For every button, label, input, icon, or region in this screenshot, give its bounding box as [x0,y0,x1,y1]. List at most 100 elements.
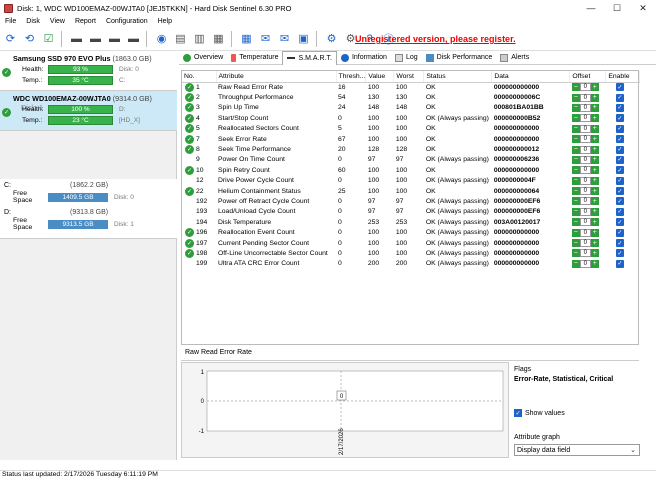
tab-log[interactable]: Log [391,51,422,65]
enable-checkbox[interactable]: ✓ [615,249,624,258]
offset-decrease-button[interactable]: − [571,145,580,154]
offset-value[interactable]: 0 [579,187,591,196]
calendar-icon[interactable]: ▦ [238,30,255,47]
tab-information[interactable]: Information [337,51,391,65]
offset-increase-button[interactable]: + [590,93,599,102]
enable-checkbox[interactable]: ✓ [615,187,624,196]
enable-checkbox[interactable]: ✓ [615,207,624,216]
enable-checkbox[interactable]: ✓ [615,155,624,164]
offset-increase-button[interactable]: + [590,166,599,175]
show-values-checkbox[interactable]: ✓ Show values [514,409,565,417]
col-status[interactable]: Status [423,71,493,83]
offset-increase-button[interactable]: + [590,176,599,185]
enable-checkbox[interactable]: ✓ [615,83,624,92]
col-no[interactable]: No. [182,71,217,83]
table-row[interactable]: ✓ 196 Reallocation Event Count 0 100 100 OK (A… [182,227,640,238]
offset-value[interactable]: 0 [579,145,591,154]
offset-value[interactable]: 0 [579,83,591,92]
table-row[interactable]: ✓ 5 Reallocated Sectors Count 5 100 100 OK 0000… [182,124,640,134]
tab-alerts[interactable]: Alerts [496,51,533,65]
print-icon[interactable]: ▤ [172,30,189,47]
offset-increase-button[interactable]: + [590,207,599,216]
table-row[interactable]: ✓ 10 Spin Retry Count 60 100 100 OK 00000000000… [182,165,640,175]
unregistered-link[interactable]: Unregistered version, please register. [355,34,516,44]
send-icon[interactable]: ▦ [210,30,227,47]
disk-item-1[interactable]: WDC WD100EMAZ-00WJTA0 (9314.0 GB) Disk: … [0,91,177,131]
close-button[interactable]: ✕ [630,0,656,16]
offset-increase-button[interactable]: + [590,114,599,123]
offset-increase-button[interactable]: + [590,239,599,248]
offset-increase-button[interactable]: + [590,249,599,258]
offset-decrease-button[interactable]: − [571,187,580,196]
col-offset[interactable]: Offset [569,71,607,83]
enable-checkbox[interactable]: ✓ [615,93,624,102]
offset-decrease-button[interactable]: − [571,103,580,112]
offset-increase-button[interactable]: + [590,218,599,227]
table-row[interactable]: ✓ 7 Seek Error Rate 67 100 100 OK 000000000000−… [182,134,640,144]
enable-checkbox[interactable]: ✓ [615,218,624,227]
table-row[interactable]: ✓ 198 Off-Line Uncorrectable Sector Count 0… [182,248,640,258]
offset-decrease-button[interactable]: − [571,259,580,268]
refresh-icon[interactable]: ⟳ [2,30,19,47]
table-row[interactable]: ✓ 4 Start/Stop Count 0 100 100 OK (Always pass… [182,113,640,123]
enable-checkbox[interactable]: ✓ [615,145,624,154]
offset-decrease-button[interactable]: − [571,124,580,133]
offset-increase-button[interactable]: + [590,135,599,144]
offset-increase-button[interactable]: + [590,83,599,92]
offset-decrease-button[interactable]: − [571,166,580,175]
save-icon[interactable]: ▥ [191,30,208,47]
mail-send-icon[interactable]: ✉ [276,30,293,47]
col-threshold[interactable]: Thresh... [336,71,367,83]
tab-smart[interactable]: S.M.A.R.T. [282,50,337,65]
col-attribute[interactable]: Attribute [216,71,337,83]
offset-decrease-button[interactable]: − [571,249,580,258]
disk-test-icon[interactable]: ▬ [68,30,85,47]
folder-icon[interactable]: ▣ [295,30,312,47]
enable-checkbox[interactable]: ✓ [615,228,624,237]
table-row[interactable]: ✓ 22 Helium Containment Status 25 100 100 OK 00… [182,186,640,196]
disk-item-0[interactable]: Samsung SSD 970 EVO Plus (1863.0 GB) ✓ H… [0,51,177,91]
refresh-all-icon[interactable]: ⟲ [21,30,38,47]
col-data[interactable]: Data [491,71,571,83]
offset-value[interactable]: 0 [579,114,591,123]
menu-disk[interactable]: Disk [21,18,45,25]
offset-value[interactable]: 0 [579,135,591,144]
offset-decrease-button[interactable]: − [571,83,580,92]
enable-checkbox[interactable]: ✓ [615,239,624,248]
offset-decrease-button[interactable]: − [571,114,580,123]
menu-help[interactable]: Help [153,18,177,25]
offset-decrease-button[interactable]: − [571,155,580,164]
offset-value[interactable]: 0 [579,259,591,268]
tab-temperature[interactable]: Temperature [227,51,282,65]
minimize-button[interactable]: — [578,0,604,16]
offset-value[interactable]: 0 [579,166,591,175]
offset-value[interactable]: 0 [579,155,591,164]
offset-increase-button[interactable]: + [590,145,599,154]
table-row[interactable]: 9 Power On Time Count 0 97 97 OK (Always pass… [182,155,640,165]
col-value[interactable]: Value [365,71,395,83]
table-row[interactable]: ✓ 2 Throughput Performance 54 130 130 OK 000000… [182,92,640,103]
offset-value[interactable]: 0 [579,239,591,248]
offset-value[interactable]: 0 [579,103,591,112]
enable-checkbox[interactable]: ✓ [615,197,624,206]
enable-checkbox[interactable]: ✓ [615,135,624,144]
mail-icon[interactable]: ✉ [257,30,274,47]
table-row[interactable]: 199 Ultra ATA CRC Error Count 0 200 200 OK (A… [182,259,640,269]
offset-value[interactable]: 0 [579,218,591,227]
offset-value[interactable]: 0 [579,228,591,237]
offset-increase-button[interactable]: + [590,228,599,237]
col-enable[interactable]: Enable [605,71,640,83]
enable-checkbox[interactable]: ✓ [615,124,624,133]
tab-disk-performance[interactable]: Disk Performance [422,51,497,65]
disk-repair-icon[interactable]: ▬ [106,30,123,47]
tab-overview[interactable]: Overview [179,51,227,65]
offset-increase-button[interactable]: + [590,197,599,206]
offset-increase-button[interactable]: + [590,187,599,196]
offset-decrease-button[interactable]: − [571,207,580,216]
offset-decrease-button[interactable]: − [571,239,580,248]
enable-checkbox[interactable]: ✓ [615,166,624,175]
offset-decrease-button[interactable]: − [571,93,580,102]
offset-value[interactable]: 0 [579,207,591,216]
table-row[interactable]: ✓ 197 Current Pending Sector Count 0 100 100 O… [182,238,640,248]
enable-checkbox[interactable]: ✓ [615,176,624,185]
